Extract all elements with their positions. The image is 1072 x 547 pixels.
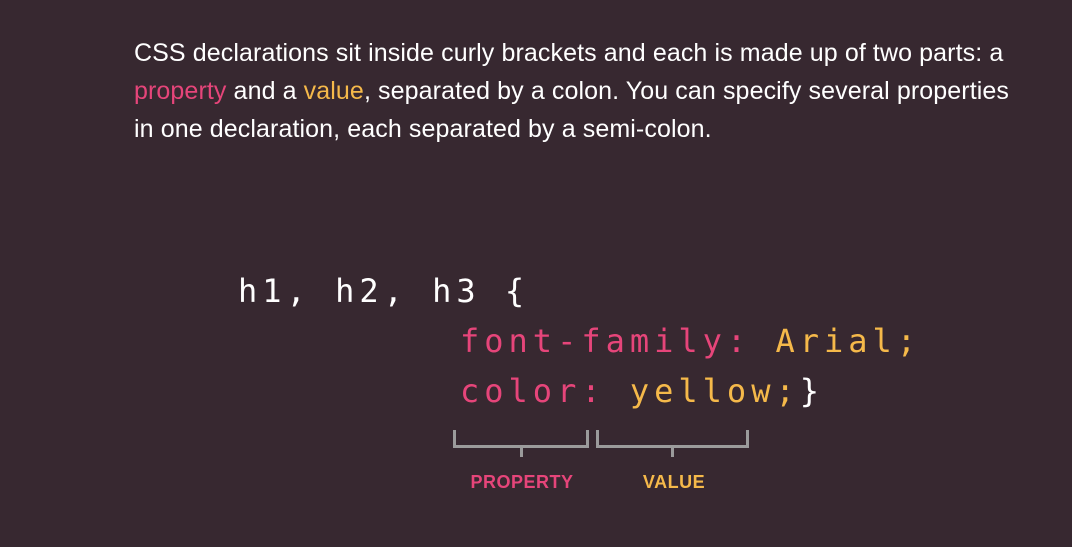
code-property-color: color: bbox=[460, 372, 606, 410]
intro-text-part2: and a bbox=[226, 77, 304, 105]
value-bracket bbox=[596, 430, 749, 457]
intro-text-part1: CSS declarations sit inside curly bracke… bbox=[134, 39, 1004, 67]
code-value-arial: Arial; bbox=[751, 322, 922, 360]
value-label: VALUE bbox=[642, 472, 706, 492]
property-label: PROPERTY bbox=[470, 472, 574, 492]
property-bracket bbox=[453, 430, 589, 457]
code-selector-line: h1, h2, h3 { bbox=[238, 272, 530, 310]
code-value-yellow: yellow; bbox=[605, 372, 800, 410]
intro-paragraph: CSS declarations sit inside curly bracke… bbox=[134, 34, 1034, 148]
code-declaration-font-family: font-family: Arial; bbox=[460, 321, 921, 361]
code-closing-brace: } bbox=[799, 372, 824, 410]
code-declaration-color: color: yellow;} bbox=[460, 371, 824, 411]
intro-value-term: value bbox=[303, 77, 364, 105]
code-property-font-family: font-family: bbox=[460, 322, 752, 360]
intro-property-term: property bbox=[134, 77, 227, 105]
